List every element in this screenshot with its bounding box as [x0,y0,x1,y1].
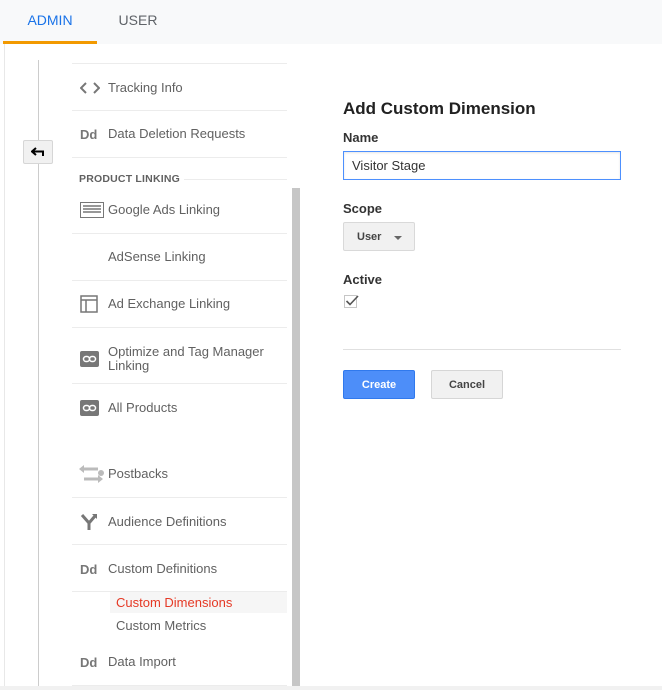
sub-item-custom-dimensions[interactable]: Custom Dimensions [110,592,287,613]
nav-item-label: Tracking Info [108,80,183,95]
divider [72,63,287,64]
nav-item-ad-exchange-linking[interactable]: Ad Exchange Linking [72,293,287,315]
divider [72,280,287,281]
active-checkbox[interactable] [344,295,359,308]
code-brackets-icon [72,82,108,94]
link-icon [72,400,108,416]
nav-item-custom-definitions[interactable]: Dd Custom Definitions [72,558,287,580]
tab-user[interactable]: USER [105,0,171,44]
back-arrow-icon [31,147,44,156]
nav-item-label: AdSense Linking [108,249,206,264]
ads-panel-icon [72,202,108,218]
divider [72,233,287,234]
create-button[interactable]: Create [343,370,415,399]
page-title: Add Custom Dimension [343,99,536,118]
nav-item-label: Ad Exchange Linking [108,296,231,311]
sub-item-custom-metrics[interactable]: Custom Metrics [110,615,287,636]
nav-item-data-import[interactable]: Dd Data Import [72,651,287,673]
caret-down-icon [394,236,402,240]
nav-item-label: Custom Definitions [108,561,218,576]
top-tab-bar: ADMIN USER [0,0,662,44]
link-icon [72,351,108,367]
nav-item-label: Audience Definitions [108,514,227,529]
scope-label: Scope [343,201,383,216]
bottom-edge [0,686,662,690]
divider [72,685,287,686]
nav-item-all-products[interactable]: All Products [72,397,287,419]
fork-icon [72,513,108,531]
section-heading-product-linking: PRODUCT LINKING [79,173,180,185]
dd-icon: Dd [80,126,98,142]
name-input[interactable] [343,151,621,180]
back-button[interactable] [23,140,53,164]
nav-item-postbacks[interactable]: Postbacks [72,463,287,485]
nav-item-label: Data Deletion Requests [108,126,246,141]
nav-item-label: Google Ads Linking [108,202,221,217]
nav-item-google-ads-linking[interactable]: Google Ads Linking [72,199,287,221]
dd-icon: Dd [80,561,98,577]
layout-icon [72,295,108,313]
active-label: Active [343,272,383,287]
name-label: Name [343,130,379,145]
nav-item-data-deletion-requests[interactable]: Dd Data Deletion Requests [72,123,287,145]
divider [72,544,287,545]
scope-select[interactable]: User [343,222,415,251]
nav-item-label: Optimize and Tag Manager Linking [108,344,264,373]
divider [72,497,287,498]
nav-item-label: All Products [108,400,178,415]
nav-item-optimize-tag-manager-linking[interactable]: Optimize and Tag Manager Linking [72,345,287,373]
arrows-exchange-icon [72,463,108,485]
nav-item-adsense-linking[interactable]: AdSense Linking [72,246,287,268]
dd-icon: Dd [80,654,98,670]
checkmark-icon [345,295,359,306]
form-divider [343,349,621,350]
divider [72,110,287,111]
divider [72,327,287,328]
cancel-button[interactable]: Cancel [431,370,503,399]
tab-admin[interactable]: ADMIN [3,0,97,44]
divider [184,179,287,180]
nav-item-tracking-info[interactable]: Tracking Info [72,77,287,99]
nav-item-label: Postbacks [108,466,168,481]
nav-scrollbar[interactable] [292,188,300,686]
divider [72,157,287,158]
nav-item-audience-definitions[interactable]: Audience Definitions [72,511,287,533]
divider [72,383,287,384]
nav-item-label: Data Import [108,654,176,669]
scope-value: User [357,230,382,243]
